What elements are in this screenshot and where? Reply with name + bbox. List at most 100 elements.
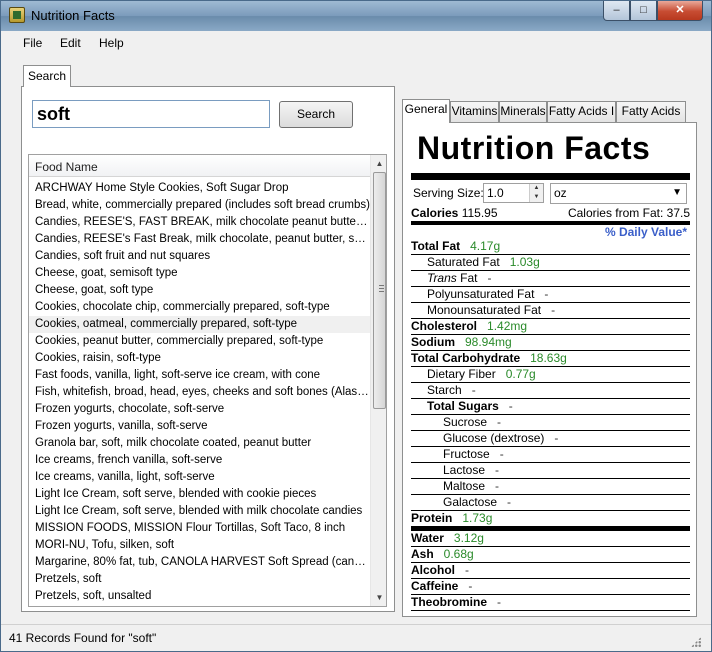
resize-grip-icon[interactable] <box>691 637 701 647</box>
list-item[interactable]: Ice creams, french vanilla, soft-serve <box>29 452 370 469</box>
nutrient-value: - <box>487 271 492 285</box>
list-item[interactable]: MORI-NU, Tofu, silken, soft <box>29 537 370 554</box>
list-item[interactable]: Cookies, oatmeal, commercially prepared,… <box>29 316 370 333</box>
list-item[interactable]: Candies, soft fruit and nut squares <box>29 248 370 265</box>
tab-search[interactable]: Search <box>23 65 71 87</box>
tab-fatty-acids-2[interactable]: Fatty Acids II <box>616 101 686 137</box>
tab-vitamins[interactable]: Vitamins <box>450 101 499 122</box>
list-item[interactable]: Margarine, 80% fat, tub, CANOLA HARVEST … <box>29 554 370 571</box>
scroll-up-icon[interactable]: ▲ <box>371 155 386 172</box>
list-item[interactable]: Fish, whitefish, broad, head, eyes, chee… <box>29 384 370 401</box>
menu-edit[interactable]: Edit <box>60 36 81 50</box>
food-rows: ARCHWAY Home Style Cookies, Soft Sugar D… <box>29 180 370 605</box>
search-button[interactable]: Search <box>279 101 353 128</box>
menu-help[interactable]: Help <box>99 36 124 50</box>
title-bar[interactable]: Nutrition Facts – □ ✕ <box>1 1 711 31</box>
calories-from-fat: Calories from Fat: 37.5 <box>567 206 690 220</box>
nutrient-row: Water 3.12g <box>411 531 690 547</box>
serving-quantity-stepper[interactable]: 1.0 ▲ ▼ <box>483 183 544 203</box>
column-header-food-name[interactable]: Food Name <box>29 155 370 177</box>
list-item[interactable]: Light Ice Cream, soft serve, blended wit… <box>29 486 370 503</box>
list-item[interactable]: Candies, REESE's Fast Break, milk chocol… <box>29 231 370 248</box>
nutrient-row: Theobromine - <box>411 595 690 611</box>
nutrient-label: Lactose <box>443 463 486 477</box>
nutrient-label: Polyunsaturated Fat <box>427 287 535 301</box>
nutrient-label: Total Sugars <box>427 399 499 413</box>
nutrient-row: Starch - <box>411 383 690 399</box>
app-icon <box>9 7 25 23</box>
nutrient-value: 98.94mg <box>465 335 512 349</box>
tab-minerals[interactable]: Minerals <box>499 101 547 122</box>
serving-unit-select[interactable]: oz ▼ <box>550 183 687 204</box>
nutrient-row: Saturated Fat 1.03g <box>411 255 690 271</box>
list-item[interactable]: MISSION FOODS, MISSION Flour Tortillas, … <box>29 520 370 537</box>
nutrient-row: Ash 0.68g <box>411 547 690 563</box>
scroll-down-icon[interactable]: ▼ <box>371 589 386 606</box>
list-item[interactable]: Frozen yogurts, chocolate, soft-serve <box>29 401 370 418</box>
nutrient-value: 3.12g <box>453 531 484 545</box>
nutrition-facts-title: Nutrition Facts <box>417 130 651 166</box>
nutrient-value: - <box>499 447 504 461</box>
list-item[interactable]: Pretzels, soft <box>29 571 370 588</box>
list-item[interactable]: Fast foods, vanilla, light, soft-serve i… <box>29 367 370 384</box>
nutrient-label: Alcohol <box>411 563 455 577</box>
nutrient-value: 0.77g <box>505 367 536 381</box>
list-item[interactable]: Pretzels, soft, unsalted <box>29 588 370 605</box>
nutrient-value: 0.68g <box>443 547 474 561</box>
nutrient-value: 4.17g <box>470 239 501 253</box>
nutrient-label: Monounsaturated Fat <box>427 303 542 317</box>
list-item[interactable]: ARCHWAY Home Style Cookies, Soft Sugar D… <box>29 180 370 197</box>
list-item[interactable]: Frozen yogurts, vanilla, soft-serve <box>29 418 370 435</box>
calories-row: Calories 115.95 Calories from Fat: 37.5 <box>411 206 690 220</box>
tab-general[interactable]: General <box>402 99 450 123</box>
nutrient-row: Galactose - <box>411 495 690 511</box>
nutrient-row: Fructose - <box>411 447 690 463</box>
nutrient-row: Dietary Fiber 0.77g <box>411 367 690 383</box>
nutrient-row: Sucrose - <box>411 415 690 431</box>
nutrient-value: 1.73g <box>462 511 493 525</box>
close-button[interactable]: ✕ <box>657 1 703 21</box>
nutrient-value: - <box>497 415 502 429</box>
stepper-arrows-icon[interactable]: ▲ ▼ <box>529 184 543 202</box>
scroll-thumb[interactable] <box>373 172 386 409</box>
list-item[interactable]: Cookies, chocolate chip, commercially pr… <box>29 299 370 316</box>
list-item[interactable]: Cookies, raisin, soft-type <box>29 350 370 367</box>
serving-size-label: Serving Size: <box>413 186 484 200</box>
food-list[interactable]: Food Name ARCHWAY Home Style Cookies, So… <box>28 154 387 607</box>
nutrient-value: - <box>507 495 512 509</box>
nutrient-value: - <box>508 399 513 413</box>
nutrient-row: Glucose (dextrose) - <box>411 431 690 447</box>
nutrient-row: Lactose - <box>411 463 690 479</box>
nutrient-row: Protein 1.73g <box>411 511 690 527</box>
chevron-down-icon: ▼ <box>672 187 682 198</box>
list-item[interactable]: Cheese, goat, soft type <box>29 282 370 299</box>
maximize-button[interactable]: □ <box>630 1 657 21</box>
menu-file[interactable]: File <box>23 36 42 50</box>
search-input[interactable] <box>32 100 270 128</box>
vertical-scrollbar[interactable]: ▲ ▼ <box>370 155 386 606</box>
list-item[interactable]: Light Ice Cream, soft serve, blended wit… <box>29 503 370 520</box>
tab-fatty-acids-1[interactable]: Fatty Acids I <box>547 101 616 122</box>
nutrient-value: 1.42mg <box>487 319 528 333</box>
nutrient-label: Fructose <box>443 447 490 461</box>
nutrition-panel: Nutrition Facts Serving Size: 1.0 ▲ ▼ oz … <box>402 122 697 617</box>
nutrient-row: Total Carbohydrate 18.63g <box>411 351 690 367</box>
minimize-button[interactable]: – <box>603 1 630 21</box>
nutrient-label: Starch <box>427 383 462 397</box>
list-item[interactable]: Granola bar, soft, milk chocolate coated… <box>29 435 370 452</box>
nutrient-label: Caffeine <box>411 579 459 593</box>
list-item[interactable]: Bread, white, commercially prepared (inc… <box>29 197 370 214</box>
list-item[interactable]: Ice creams, vanilla, light, soft-serve <box>29 469 370 486</box>
nutrient-label: Theobromine <box>411 595 488 609</box>
list-item[interactable]: Cheese, goat, semisoft type <box>29 265 370 282</box>
nutrient-label: Total Carbohydrate <box>411 351 521 365</box>
list-item[interactable]: Cookies, peanut butter, commercially pre… <box>29 333 370 350</box>
list-item[interactable]: Candies, REESE'S, FAST BREAK, milk choco… <box>29 214 370 231</box>
nutrient-value: - <box>468 579 473 593</box>
nutrient-label: Maltose <box>443 479 486 493</box>
status-bar: 41 Records Found for "soft" <box>1 624 711 651</box>
status-text: 41 Records Found for "soft" <box>9 631 157 645</box>
nutrient-row: Caffeine - <box>411 579 690 595</box>
nutrient-value: - <box>551 303 556 317</box>
nutrient-label: Trans Fat <box>427 271 478 285</box>
